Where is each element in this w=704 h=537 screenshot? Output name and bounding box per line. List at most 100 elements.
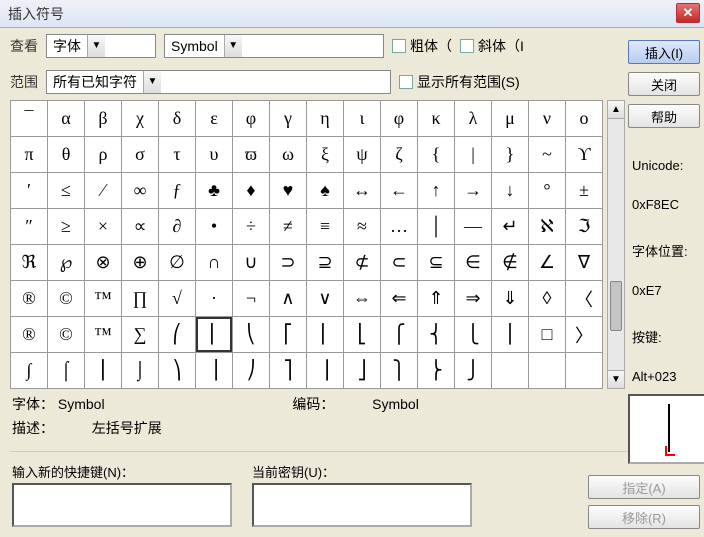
char-cell[interactable]: ⎨ (418, 317, 454, 352)
char-cell[interactable]: ϖ (233, 137, 269, 172)
char-cell[interactable]: · (196, 281, 232, 316)
scroll-down-icon[interactable]: ▼ (608, 370, 624, 388)
char-cell[interactable]: 〈 (566, 281, 602, 316)
char-cell[interactable] (492, 353, 528, 388)
char-cell[interactable]: ℑ (566, 209, 602, 244)
close-button[interactable]: 关闭 (628, 72, 700, 96)
char-cell[interactable]: ⎢ (307, 317, 343, 352)
char-cell[interactable]: ♠ (307, 173, 343, 208)
char-cell[interactable]: ∩ (196, 245, 232, 280)
char-cell[interactable]: ⎜ (196, 317, 232, 352)
char-cell[interactable]: { (418, 137, 454, 172)
char-cell[interactable]: ± (566, 173, 602, 208)
char-cell[interactable] (566, 353, 602, 388)
char-cell[interactable]: ∪ (233, 245, 269, 280)
char-cell[interactable]: × (85, 209, 121, 244)
char-cell[interactable]: ⊃ (270, 245, 306, 280)
char-cell[interactable]: ≤ (48, 173, 84, 208)
char-cell[interactable]: — (455, 209, 491, 244)
char-cell[interactable]: ∑ (122, 317, 158, 352)
char-cell[interactable]: ⎫ (381, 353, 417, 388)
range-select[interactable]: 所有已知字符 ▼ (46, 70, 391, 94)
char-cell[interactable]: ™ (85, 281, 121, 316)
char-cell[interactable]: │ (418, 209, 454, 244)
char-cell[interactable]: ♥ (270, 173, 306, 208)
char-cell[interactable]: ↔ (344, 173, 380, 208)
char-cell[interactable]: ζ (381, 137, 417, 172)
char-cell[interactable]: ≡ (307, 209, 343, 244)
remove-button[interactable]: 移除(R) (588, 505, 700, 529)
char-cell[interactable]: © (48, 317, 84, 352)
help-button[interactable]: 帮助 (628, 104, 700, 128)
char-cell[interactable]: √ (159, 281, 195, 316)
char-cell[interactable]: η (307, 101, 343, 136)
char-cell[interactable]: ⎛ (159, 317, 195, 352)
char-cell[interactable]: ⎮ (85, 353, 121, 388)
char-cell[interactable]: ⎞ (159, 353, 195, 388)
char-cell[interactable]: ~ (529, 137, 565, 172)
char-cell[interactable]: } (492, 137, 528, 172)
char-cell[interactable]: ♦ (233, 173, 269, 208)
char-cell[interactable]: θ (48, 137, 84, 172)
char-cell[interactable]: ⊂ (381, 245, 417, 280)
char-cell[interactable]: ϒ (566, 137, 602, 172)
char-cell[interactable]: ⇐ (381, 281, 417, 316)
char-cell[interactable]: φ (233, 101, 269, 136)
char-cell[interactable]: ↓ (492, 173, 528, 208)
char-cell[interactable]: γ (270, 101, 306, 136)
char-cell[interactable]: ⊗ (85, 245, 121, 280)
char-cell[interactable]: ψ (344, 137, 380, 172)
char-cell[interactable]: λ (455, 101, 491, 136)
char-cell[interactable]: ∇ (566, 245, 602, 280)
char-cell[interactable]: ⎡ (270, 317, 306, 352)
char-cell[interactable]: δ (159, 101, 195, 136)
char-cell[interactable]: ⇒ (455, 281, 491, 316)
char-cell[interactable]: ∝ (122, 209, 158, 244)
font-select[interactable]: 字体 ▼ (46, 34, 156, 58)
char-cell[interactable]: ⌠ (48, 353, 84, 388)
insert-button[interactable]: 插入(I) (628, 40, 700, 64)
italic-checkbox[interactable]: 斜体（I (460, 36, 524, 56)
char-cell[interactable]: ∅ (159, 245, 195, 280)
char-cell[interactable]: ← (381, 173, 417, 208)
char-cell[interactable]: ƒ (159, 173, 195, 208)
char-cell[interactable]: ′ (11, 173, 47, 208)
char-cell[interactable]: ⎥ (307, 353, 343, 388)
bold-checkbox[interactable]: 粗体（ (392, 36, 452, 56)
char-cell[interactable]: ι (344, 101, 380, 136)
char-cell[interactable]: τ (159, 137, 195, 172)
char-cell[interactable]: ° (529, 173, 565, 208)
char-cell[interactable]: ⌡ (122, 353, 158, 388)
char-cell[interactable]: ⎩ (455, 317, 491, 352)
char-cell[interactable] (529, 353, 565, 388)
char-cell[interactable]: ∨ (307, 281, 343, 316)
char-cell[interactable]: ∠ (529, 245, 565, 280)
char-cell[interactable]: ↵ (492, 209, 528, 244)
char-cell[interactable]: ⎪ (492, 317, 528, 352)
char-cell[interactable]: β (85, 101, 121, 136)
font-name-select[interactable]: Symbol ▼ (164, 34, 384, 58)
char-cell[interactable]: ⇔ (344, 281, 380, 316)
char-cell[interactable]: ℵ (529, 209, 565, 244)
char-cell[interactable]: ″ (11, 209, 47, 244)
grid-scrollbar[interactable]: ▲ ▼ (607, 100, 625, 389)
char-cell[interactable]: α (48, 101, 84, 136)
char-cell[interactable]: ≥ (48, 209, 84, 244)
char-cell[interactable]: ∫ (11, 353, 47, 388)
current-key-list[interactable] (252, 483, 472, 527)
char-cell[interactable]: ≠ (270, 209, 306, 244)
char-cell[interactable]: ⎣ (344, 317, 380, 352)
char-cell[interactable]: ¯ (11, 101, 47, 136)
char-cell[interactable]: ω (270, 137, 306, 172)
char-cell[interactable]: ⇓ (492, 281, 528, 316)
char-cell[interactable]: ∂ (159, 209, 195, 244)
char-cell[interactable]: ∞ (122, 173, 158, 208)
char-cell[interactable]: ξ (307, 137, 343, 172)
char-cell[interactable]: ν (529, 101, 565, 136)
char-cell[interactable]: ⊇ (307, 245, 343, 280)
char-cell[interactable]: ♣ (196, 173, 232, 208)
char-cell[interactable]: ⊆ (418, 245, 454, 280)
char-cell[interactable]: ⊕ (122, 245, 158, 280)
char-cell[interactable]: → (455, 173, 491, 208)
char-cell[interactable]: ∉ (492, 245, 528, 280)
